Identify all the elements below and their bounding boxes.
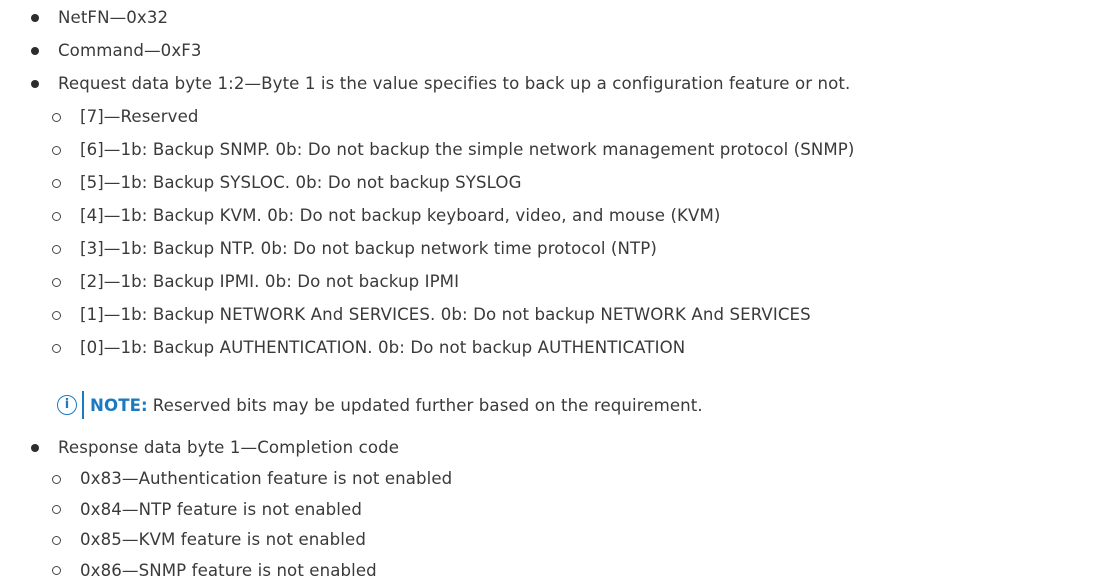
- note-label: NOTE:: [90, 395, 148, 415]
- bullet-circle: [52, 474, 61, 484]
- list-item-text: Command—0xF3: [58, 41, 202, 60]
- bullet-dot: [31, 80, 39, 88]
- note-callout: i NOTE: Reserved bits may be updated fur…: [57, 390, 703, 420]
- sub-list-item-text: [2]—1b: Backup IPMI. 0b: Do not backup I…: [80, 272, 460, 291]
- bullet-circle: [52, 535, 61, 545]
- bullet-circle: [52, 112, 61, 122]
- list-item-text: Response data byte 1—Completion code: [58, 438, 400, 457]
- list-item-text: Request data byte 1:2—Byte 1 is the valu…: [58, 74, 851, 93]
- sub-list-item-text: [4]—1b: Backup KVM. 0b: Do not backup ke…: [80, 206, 721, 225]
- sub-list-item-text: [0]—1b: Backup AUTHENTICATION. 0b: Do no…: [80, 338, 686, 357]
- bullet-circle: [52, 211, 61, 221]
- note-divider: [82, 391, 84, 419]
- sub-list-item-text: 0x85—KVM feature is not enabled: [80, 530, 366, 549]
- bullet-circle: [52, 145, 61, 155]
- document-page: { "bullets": { "netfn": "NetFN\u20140x32…: [0, 0, 1101, 581]
- bullet-circle: [52, 505, 61, 514]
- bullet-circle: [52, 566, 61, 575]
- sub-list-item-text: [3]—1b: Backup NTP. 0b: Do not backup ne…: [80, 239, 657, 258]
- sub-list-item-text: [7]—Reserved: [80, 107, 199, 126]
- bullet-dot: [31, 47, 39, 55]
- bullet-circle: [52, 277, 61, 287]
- bullet-dot: [31, 14, 39, 22]
- bullet-circle: [52, 310, 61, 320]
- note-text: Reserved bits may be updated further bas…: [152, 395, 703, 415]
- list-item-text: NetFN—0x32: [58, 8, 169, 27]
- bullet-circle: [52, 343, 61, 353]
- sub-list-item-text: [1]—1b: Backup NETWORK And SERVICES. 0b:…: [80, 305, 811, 324]
- info-icon: i: [57, 395, 77, 415]
- sub-list-item-text: [5]—1b: Backup SYSLOC. 0b: Do not backup…: [80, 173, 522, 192]
- sub-list-item-text: 0x84—NTP feature is not enabled: [80, 499, 362, 519]
- sub-list-item-text: [6]—1b: Backup SNMP. 0b: Do not backup t…: [80, 140, 855, 159]
- bullet-dot: [31, 444, 39, 452]
- bullet-circle: [52, 244, 61, 254]
- sub-list-item-text: 0x83—Authentication feature is not enabl…: [80, 469, 453, 488]
- bullet-circle: [52, 178, 61, 188]
- sub-list-item-text: 0x86—SNMP feature is not enabled: [80, 560, 377, 580]
